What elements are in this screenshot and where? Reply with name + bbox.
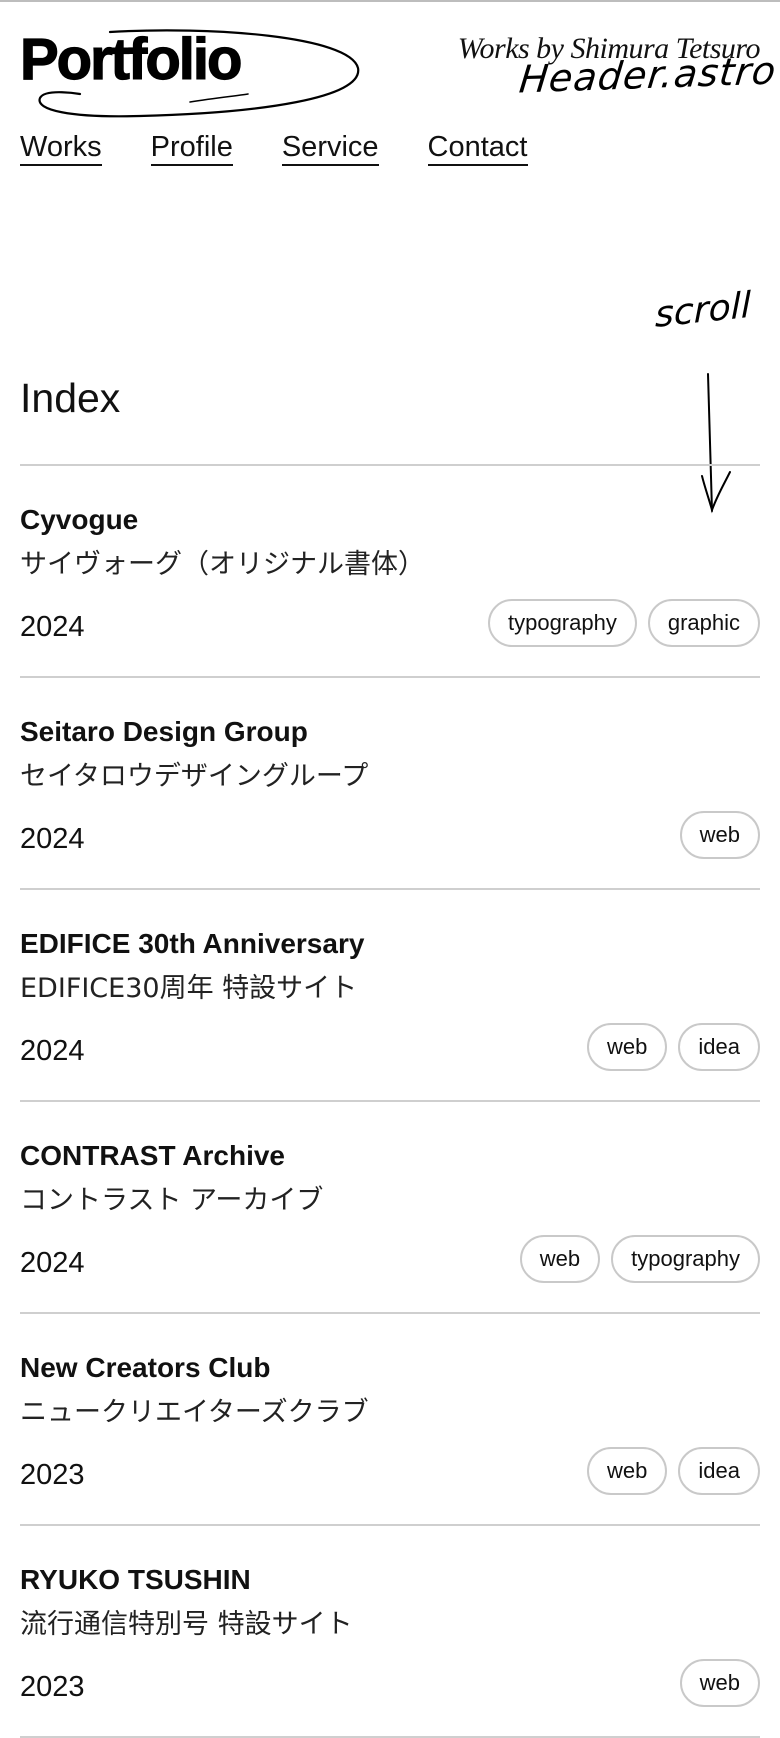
nav-item-contact[interactable]: Contact <box>427 130 528 166</box>
item-subtitle: ニュークリエイターズクラブ <box>20 1397 369 1428</box>
list-item[interactable]: Seitaro Design Group セイタロウデザイングループ 2024 … <box>20 678 760 890</box>
nav-item-service[interactable]: Service <box>281 130 379 166</box>
index-title: Index <box>20 375 121 421</box>
tag[interactable]: typography <box>487 599 637 647</box>
item-year: 2024 <box>20 1035 85 1067</box>
nav-item-profile[interactable]: Profile <box>150 130 233 166</box>
logo-scribble-ellipse <box>38 29 360 118</box>
item-subtitle: セイタロウデザイングループ <box>20 761 369 792</box>
tag[interactable]: web <box>587 1447 668 1495</box>
item-year: 2023 <box>20 1671 85 1703</box>
item-title: New Creators Club <box>20 1352 271 1383</box>
item-subtitle: 流行通信特別号 特設サイト <box>20 1609 353 1640</box>
item-title: RYUKO TSUSHIN <box>20 1564 251 1595</box>
tag[interactable]: web <box>679 811 760 859</box>
main-nav: Works Profile Service Contact <box>20 130 528 166</box>
tag-group: web idea <box>587 1447 760 1495</box>
item-subtitle: サイヴォーグ（オリジナル書体） <box>20 549 425 580</box>
tag-group: web <box>679 1659 760 1707</box>
item-subtitle: EDIFICE30周年 特設サイト <box>20 973 358 1004</box>
tag[interactable]: idea <box>678 1023 760 1071</box>
list-item[interactable]: Cyvogue サイヴォーグ（オリジナル書体） 2024 typography … <box>20 466 760 678</box>
tag[interactable]: graphic <box>647 599 760 647</box>
tag[interactable]: typography <box>611 1235 760 1283</box>
item-title: Cyvogue <box>20 504 139 535</box>
nav-item-works[interactable]: Works <box>20 130 102 166</box>
tag-group: web typography <box>519 1235 760 1283</box>
list-item[interactable]: CONTRAST Archive コントラスト アーカイブ 2024 web t… <box>20 1102 760 1314</box>
tag[interactable]: idea <box>678 1447 760 1495</box>
tag-group: typography graphic <box>487 599 760 647</box>
handwritten-note: Header.astro <box>517 48 779 102</box>
tag[interactable]: web <box>519 1235 601 1283</box>
item-year: 2024 <box>20 1247 85 1279</box>
item-subtitle: コントラスト アーカイブ <box>20 1185 324 1216</box>
list-item[interactable]: RYUKO TSUSHIN 流行通信特別号 特設サイト 2023 web <box>20 1526 760 1738</box>
tag-group: web <box>679 811 760 859</box>
item-year: 2023 <box>20 1459 85 1491</box>
site-logo[interactable]: Portfolio <box>19 27 365 123</box>
list-item[interactable]: EDIFICE 30th Anniversary EDIFICE30周年 特設サ… <box>20 890 760 1102</box>
item-year: 2024 <box>20 823 85 855</box>
item-title: EDIFICE 30th Anniversary <box>20 928 365 959</box>
item-title: Seitaro Design Group <box>20 716 308 747</box>
tag-group: web idea <box>587 1023 760 1071</box>
item-year: 2024 <box>20 611 85 643</box>
site-header: Portfolio Works by Shimura Tetsuro Heade… <box>0 0 780 200</box>
tag[interactable]: web <box>587 1023 668 1071</box>
tag[interactable]: web <box>679 1659 760 1707</box>
works-list: Cyvogue サイヴォーグ（オリジナル書体） 2024 typography … <box>20 464 760 1738</box>
list-item[interactable]: New Creators Club ニュークリエイターズクラブ 2023 web… <box>20 1314 760 1526</box>
item-title: CONTRAST Archive <box>20 1140 286 1171</box>
